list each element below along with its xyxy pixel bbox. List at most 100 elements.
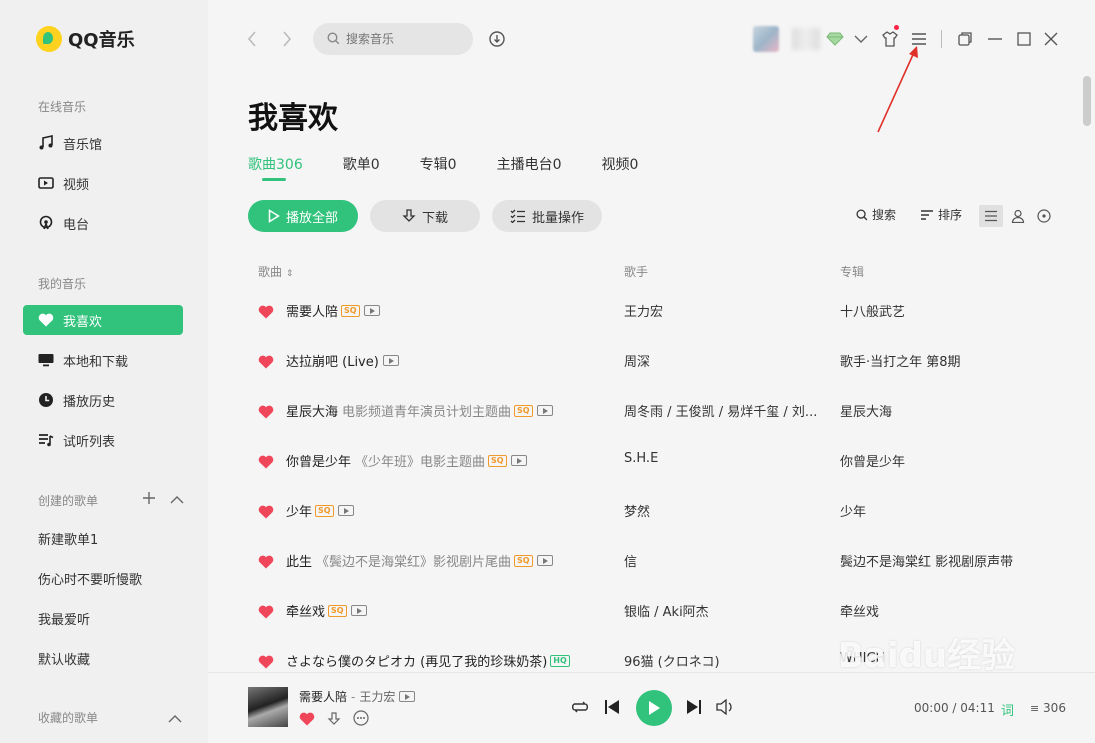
tab-videos[interactable]: 视频0 xyxy=(602,154,639,178)
mini-mode-icon[interactable] xyxy=(954,28,976,50)
more-icon[interactable] xyxy=(353,710,369,730)
song-singer[interactable]: 周深 xyxy=(624,351,650,370)
sidebar-item-music-hall[interactable]: 音乐馆 xyxy=(23,128,183,158)
song-singer[interactable]: 王力宏 xyxy=(624,301,663,320)
heart-icon[interactable] xyxy=(258,554,274,569)
song-singer[interactable]: 96猫 (クロネコ) xyxy=(624,651,720,670)
heart-icon[interactable] xyxy=(258,354,274,369)
heart-icon[interactable] xyxy=(258,654,274,669)
song-title[interactable]: さよなら僕のタピオカ (再见了我的珍珠奶茶) xyxy=(286,651,547,670)
song-album[interactable]: 牵丝戏 xyxy=(840,601,879,620)
table-row[interactable]: 需要人陪 SQ 王力宏 十八般武艺 xyxy=(248,286,1068,336)
play-all-button[interactable]: 播放全部 xyxy=(248,200,358,232)
song-album[interactable]: 歌手·当打之年 第8期 xyxy=(840,351,961,370)
album-view-icon[interactable] xyxy=(1032,205,1056,227)
back-arrow-icon[interactable] xyxy=(242,29,262,49)
search-box[interactable] xyxy=(313,23,473,55)
song-album[interactable]: 十八般武艺 xyxy=(840,301,905,320)
next-track-icon[interactable] xyxy=(686,699,702,715)
sidebar-item-favorites[interactable]: 我喜欢 xyxy=(23,305,183,335)
playlist-item[interactable]: 伤心时不要听慢歌 xyxy=(38,569,142,588)
table-row[interactable]: 此生 《鬓边不是海棠红》影视剧片尾曲 SQ 信 鬓边不是海棠红 影视剧原声带 xyxy=(248,536,1068,586)
forward-arrow-icon[interactable] xyxy=(277,29,297,49)
song-album[interactable]: 你曾是少年 xyxy=(840,451,905,470)
song-title[interactable]: 你曾是少年 xyxy=(286,451,351,470)
sidebar-item-video[interactable]: 视频 xyxy=(23,168,183,198)
song-singer[interactable]: S.H.E xyxy=(624,451,658,466)
song-album[interactable]: 鬓边不是海棠红 影视剧原声带 xyxy=(840,551,1013,570)
vip-diamond-icon[interactable] xyxy=(824,28,846,50)
playlist-item[interactable]: 默认收藏 xyxy=(38,649,90,668)
singer-view-icon[interactable] xyxy=(1006,205,1030,227)
heart-icon[interactable] xyxy=(258,604,274,619)
sidebar-item-radio[interactable]: 电台 xyxy=(23,208,183,238)
song-title[interactable]: 少年 xyxy=(286,501,312,520)
app-logo[interactable]: QQ音乐 xyxy=(36,26,135,52)
song-singer[interactable]: 周冬雨 / 王俊凯 / 易烊千玺 / 刘... xyxy=(624,401,817,420)
minimize-icon[interactable] xyxy=(984,28,1006,50)
mv-icon[interactable] xyxy=(399,691,416,702)
sort-tool[interactable]: 排序 xyxy=(920,206,962,223)
chevron-up-icon[interactable] xyxy=(168,709,182,728)
song-title[interactable]: 牵丝戏 xyxy=(286,601,325,620)
batch-operation-button[interactable]: 批量操作 xyxy=(492,200,602,232)
mv-icon[interactable] xyxy=(363,305,380,316)
play-button[interactable] xyxy=(636,690,672,726)
heart-icon[interactable] xyxy=(299,711,315,730)
tab-playlists[interactable]: 歌单0 xyxy=(343,154,380,178)
song-album[interactable]: 星辰大海 xyxy=(840,401,892,420)
mv-icon[interactable] xyxy=(337,505,354,516)
playlist-count[interactable]: ≡ 306 xyxy=(1030,701,1066,715)
chevron-up-icon[interactable] xyxy=(170,490,184,509)
download-icon[interactable] xyxy=(327,711,341,730)
mv-icon[interactable] xyxy=(536,405,553,416)
now-playing-title[interactable]: 需要人陪 xyxy=(299,688,347,705)
heart-icon[interactable] xyxy=(258,454,274,469)
username-blurred[interactable] xyxy=(792,28,820,50)
volume-icon[interactable] xyxy=(716,699,734,715)
sidebar-item-local-downloads[interactable]: 本地和下载 xyxy=(23,345,183,375)
song-title[interactable]: 此生 xyxy=(286,551,312,570)
search-input[interactable] xyxy=(346,32,456,46)
album-cover[interactable] xyxy=(248,687,288,727)
song-singer[interactable]: 信 xyxy=(624,551,637,570)
sidebar-item-history[interactable]: 播放历史 xyxy=(23,385,183,415)
chevron-down-icon[interactable] xyxy=(850,28,872,50)
heart-icon[interactable] xyxy=(258,404,274,419)
column-header-song[interactable]: 歌曲 ⇕ xyxy=(258,263,293,280)
scrollbar-thumb[interactable] xyxy=(1083,76,1091,126)
table-row[interactable]: 星辰大海 电影频道青年演员计划主题曲 SQ 周冬雨 / 王俊凯 / 易烊千玺 / 刘.… xyxy=(248,386,1068,436)
mv-icon[interactable] xyxy=(350,605,367,616)
plus-icon[interactable] xyxy=(142,490,156,509)
maximize-icon[interactable] xyxy=(1013,28,1035,50)
song-title[interactable]: 需要人陪 xyxy=(286,301,338,320)
close-icon[interactable] xyxy=(1040,28,1062,50)
heart-icon[interactable] xyxy=(258,304,274,319)
tab-radio[interactable]: 主播电台0 xyxy=(497,154,562,178)
song-title[interactable]: 达拉崩吧 (Live) xyxy=(286,351,379,370)
repeat-mode-icon[interactable] xyxy=(570,699,590,715)
tab-songs[interactable]: 歌曲306 xyxy=(248,154,303,181)
playlist-item[interactable]: 新建歌单1 xyxy=(38,529,98,548)
voice-search-icon[interactable] xyxy=(486,28,508,50)
heart-icon[interactable] xyxy=(258,504,274,519)
lyrics-toggle[interactable]: 词 xyxy=(1001,700,1014,719)
playlist-item[interactable]: 我最爱听 xyxy=(38,609,90,628)
sidebar-item-playlist-preview[interactable]: 试听列表 xyxy=(23,425,183,455)
song-album[interactable]: 少年 xyxy=(840,501,866,520)
song-title[interactable]: 星辰大海 xyxy=(286,401,338,420)
now-playing-artist[interactable]: 王力宏 xyxy=(359,688,395,705)
song-singer[interactable]: 梦然 xyxy=(624,501,650,520)
list-search-tool[interactable]: 搜索 xyxy=(856,206,896,223)
list-view-icon[interactable] xyxy=(979,205,1003,227)
tab-albums[interactable]: 专辑0 xyxy=(420,154,457,178)
download-button[interactable]: 下载 xyxy=(370,200,480,232)
table-row[interactable]: 少年 SQ 梦然 少年 xyxy=(248,486,1068,536)
previous-track-icon[interactable] xyxy=(604,699,620,715)
table-row[interactable]: 你曾是少年 《少年班》电影主题曲 SQ S.H.E 你曾是少年 xyxy=(248,436,1068,486)
avatar[interactable] xyxy=(753,26,779,52)
table-row[interactable]: 达拉崩吧 (Live) 周深 歌手·当打之年 第8期 xyxy=(248,336,1068,386)
mv-icon[interactable] xyxy=(536,555,553,566)
mv-icon[interactable] xyxy=(382,355,399,366)
mv-icon[interactable] xyxy=(510,455,527,466)
